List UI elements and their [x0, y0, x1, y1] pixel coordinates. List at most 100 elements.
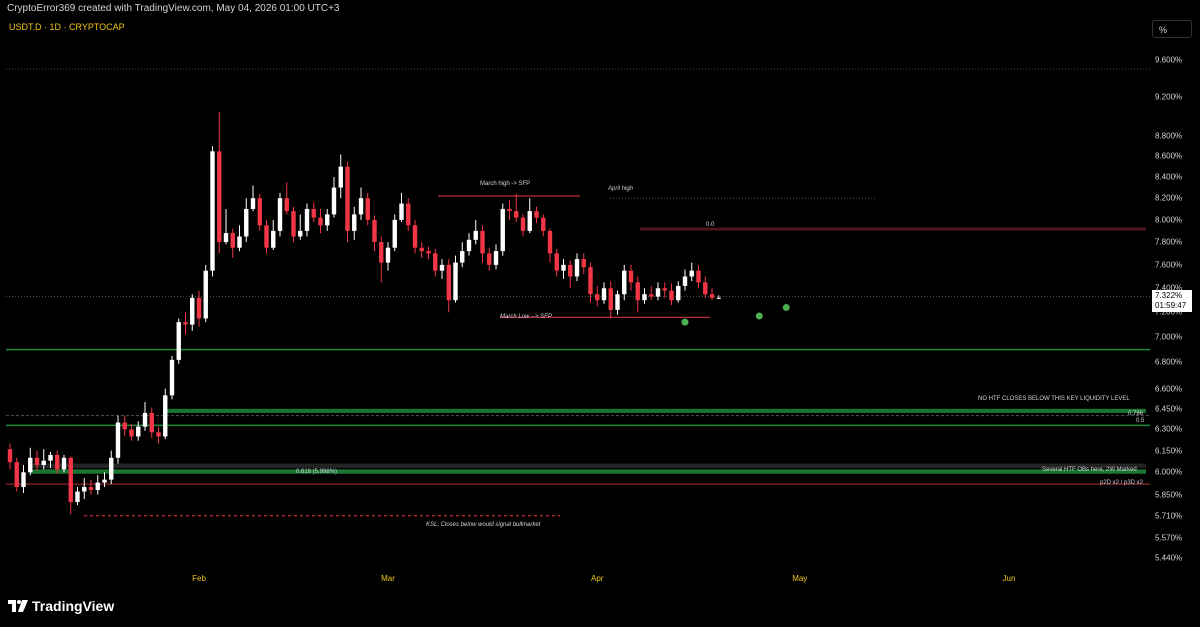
price-chart[interactable]: [0, 0, 1200, 627]
candle-body: [554, 253, 559, 271]
candle-body: [237, 236, 242, 248]
y-tick-label: 6.450%: [1155, 404, 1183, 414]
candle-body: [412, 225, 418, 248]
candle-body: [568, 264, 573, 277]
level-zone: [30, 469, 1146, 474]
y-tick-label: 9.600%: [1155, 55, 1183, 65]
candle-body: [352, 214, 357, 231]
y-tick-label: 5.850%: [1155, 490, 1183, 499]
candle-body: [635, 282, 640, 301]
sfp-marker: [681, 318, 689, 326]
candle-body: [453, 262, 458, 301]
candle-body: [493, 251, 499, 265]
candle-body: [210, 151, 215, 271]
candle-body: [169, 359, 175, 396]
annotation-text: NO HTF CLOSES BELOW THIS KEY LIQUIDITY L…: [978, 396, 1130, 402]
candle-body: [142, 412, 148, 427]
brand-name: TradingView: [32, 598, 115, 614]
candle-body: [608, 288, 613, 310]
candle-body: [541, 217, 546, 231]
candle-body: [561, 264, 566, 271]
candle-body: [534, 211, 539, 218]
candle-body: [520, 217, 526, 231]
candle-body: [41, 460, 46, 466]
candle-body: [183, 322, 188, 325]
candle-body: [507, 208, 512, 212]
candle-body: [298, 230, 303, 237]
candle-body: [257, 198, 262, 226]
candle-body: [68, 457, 73, 503]
candle-body: [642, 294, 647, 301]
candle-body: [163, 395, 168, 437]
candle-body: [48, 454, 53, 461]
annotation-text: 0.0: [706, 222, 715, 228]
y-tick-label: 6.300%: [1155, 424, 1183, 434]
candle-body: [574, 259, 580, 277]
candle-body: [190, 297, 195, 325]
candle-body: [547, 230, 553, 254]
candle-body: [365, 198, 370, 220]
candle-body: [291, 211, 296, 237]
candle-body: [325, 214, 330, 226]
annotation-text: KSL, Closes below would signal bullmarke…: [426, 522, 541, 528]
candle-body: [601, 288, 607, 301]
candle-body: [264, 225, 269, 248]
candle-body: [338, 166, 343, 188]
candle-body: [595, 294, 600, 301]
candle-body: [196, 297, 202, 319]
candle-body: [230, 233, 235, 248]
y-tick-label: 6.000%: [1155, 467, 1183, 477]
candle-body: [615, 294, 620, 310]
candle-body: [696, 270, 701, 283]
y-tick-label: 6.800%: [1155, 357, 1183, 367]
annotation-text: 0.5: [1136, 418, 1145, 424]
last-price: 7.322%: [1155, 291, 1183, 300]
y-tick-label: 8.000%: [1155, 215, 1183, 225]
candle-body: [34, 457, 40, 466]
candle-body: [345, 166, 350, 231]
candle-body: [379, 242, 384, 263]
candle-body: [331, 187, 337, 215]
candle-body: [217, 151, 222, 243]
x-tick-label: May: [792, 574, 808, 583]
candle-body: [527, 211, 532, 231]
candle-body: [82, 487, 87, 492]
candle-body: [318, 217, 323, 226]
candle-body: [75, 491, 80, 503]
candle-body: [223, 233, 229, 243]
candle-body: [406, 203, 411, 226]
y-tick-label: 8.400%: [1155, 172, 1183, 182]
candle-body: [109, 457, 114, 480]
annotation-text: March high -> SFP: [480, 181, 531, 187]
candle-body: [129, 429, 134, 437]
y-tick-label: 9.200%: [1155, 92, 1183, 102]
y-tick-label: 7.800%: [1155, 237, 1183, 247]
candle-body: [7, 449, 13, 463]
candle-body: [102, 479, 107, 483]
candle-body: [500, 208, 505, 252]
y-tick-label: 7.000%: [1155, 332, 1183, 342]
y-tick-label: 8.800%: [1155, 131, 1183, 141]
candle-body: [460, 251, 465, 263]
candle-body: [689, 270, 694, 277]
candle-body: [682, 276, 688, 286]
candle-body: [426, 251, 431, 254]
candle-body: [399, 203, 404, 220]
candle-body: [176, 322, 181, 360]
candle-body: [250, 198, 256, 209]
tradingview-logo: TradingView: [8, 598, 114, 614]
x-tick-label: Mar: [381, 574, 395, 583]
candle-body: [628, 270, 634, 283]
candle-body: [433, 253, 438, 271]
y-tick-label: 5.570%: [1155, 533, 1183, 543]
candle-body: [95, 482, 100, 491]
annotation-text: 0.786: [1128, 411, 1144, 417]
candle-body: [709, 294, 715, 298]
candle-body: [703, 282, 708, 295]
candle-body: [473, 230, 478, 240]
candle-body: [88, 487, 94, 491]
candle-body: [385, 247, 391, 263]
annotation-text: p2D x2 / p3D x2: [1100, 480, 1144, 486]
bar-countdown: 01:59:47: [1155, 301, 1187, 310]
candle-body: [28, 457, 33, 473]
